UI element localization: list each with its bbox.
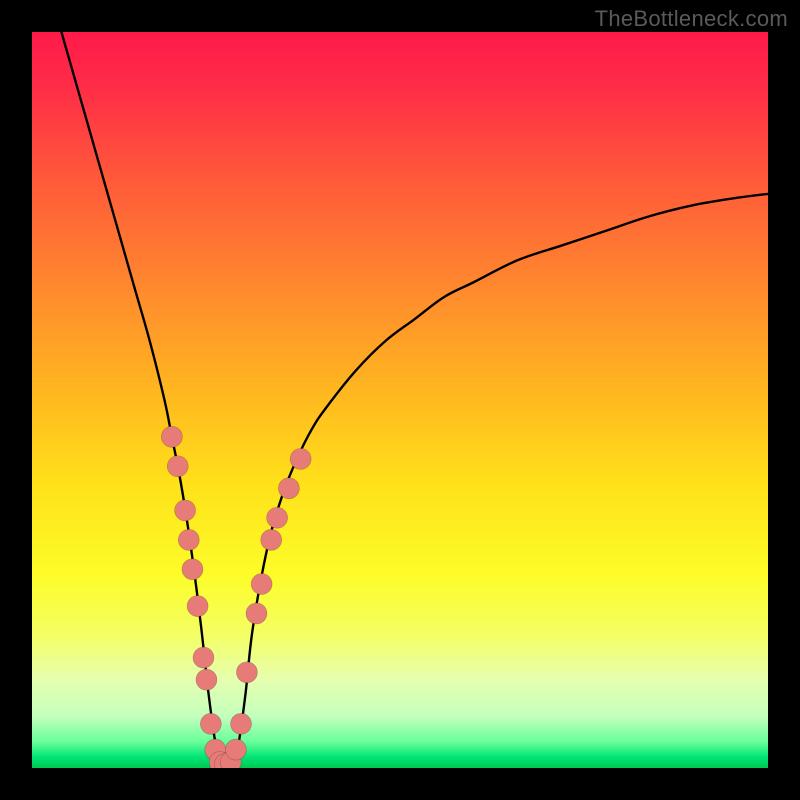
curve-dot bbox=[167, 456, 188, 477]
chart-frame bbox=[32, 32, 768, 768]
curve-dot bbox=[193, 647, 214, 668]
curve-dot bbox=[200, 713, 221, 734]
plot-svg bbox=[32, 32, 768, 768]
curve-dot bbox=[175, 500, 196, 521]
bottleneck-curve bbox=[61, 32, 768, 768]
curve-dot bbox=[278, 478, 299, 499]
curve-dot bbox=[178, 529, 199, 550]
curve-dot bbox=[261, 529, 282, 550]
curve-dot bbox=[267, 507, 288, 528]
curve-dot bbox=[196, 669, 217, 690]
curve-dot bbox=[231, 713, 252, 734]
curve-dot bbox=[251, 574, 272, 595]
curve-dot bbox=[161, 426, 182, 447]
curve-dot bbox=[236, 662, 257, 683]
curve-dot bbox=[246, 603, 267, 624]
curve-dot bbox=[290, 448, 311, 469]
curve-sample-dots bbox=[161, 426, 311, 768]
curve-dot bbox=[225, 739, 246, 760]
curve-dot bbox=[187, 596, 208, 617]
watermark-text: TheBottleneck.com bbox=[595, 6, 788, 32]
curve-dot bbox=[182, 559, 203, 580]
